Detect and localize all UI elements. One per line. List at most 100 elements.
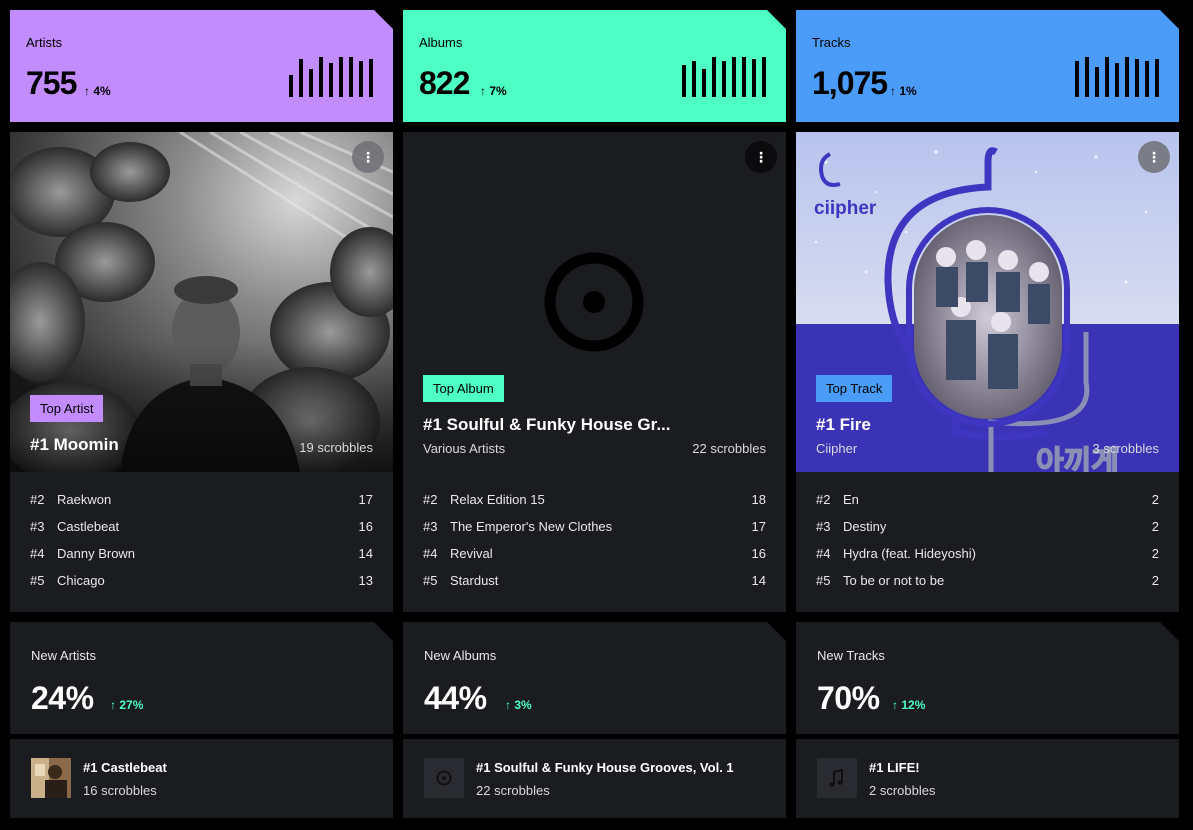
top-new-album-title[interactable]: #1 Soulful & Funky House Grooves, Vol. 1 [476, 760, 734, 775]
stat-change-value: 7% [489, 84, 507, 98]
top-new-track-card[interactable]: #1 LIFE! 2 scrobbles [796, 739, 1179, 818]
new-stat-change: ↑ 12% [892, 698, 925, 712]
list-item[interactable]: #2 En 2 [796, 492, 1179, 519]
vinyl-icon [424, 758, 464, 798]
sparkline-bar [702, 69, 706, 97]
list-rank: #5 [30, 573, 45, 588]
stat-value: 1,075 [812, 65, 888, 101]
new-tracks-card[interactable]: New Tracks 70% ↑ 12% [796, 622, 1179, 734]
arrow-up-icon: ↑ [892, 698, 898, 712]
sparkline-bar [762, 57, 766, 97]
new-stat-change-value: 27% [119, 698, 144, 712]
list-rank: #4 [816, 546, 831, 561]
sparkline-bar [299, 59, 303, 97]
list-name: The Emperor's New Clothes [450, 519, 613, 534]
sparkline-bars [1075, 57, 1159, 97]
more-vertical-icon[interactable]: ⋮ [745, 141, 777, 173]
stat-change-value: 1% [899, 84, 917, 98]
list-value: 16 [751, 546, 766, 561]
list-item[interactable]: #5 To be or not to be 2 [796, 573, 1179, 600]
stat-change-value: 4% [93, 84, 111, 98]
tracks-stat-card[interactable]: Tracks 1,075 ↑ 1% [796, 10, 1179, 122]
new-stat-change: ↑ 27% [110, 698, 143, 712]
more-vertical-icon[interactable]: ⋮ [352, 141, 384, 173]
list-item[interactable]: #3 Destiny 2 [796, 519, 1179, 546]
list-value: 14 [358, 546, 373, 561]
list-value: 2 [1151, 546, 1159, 561]
list-rank: #2 [30, 492, 45, 507]
top-artist-card[interactable]: ⋮ Top Artist #1 Moomin 19 scrobbles [10, 132, 393, 472]
list-name: Danny Brown [57, 546, 136, 561]
new-stat-label: New Albums [424, 648, 497, 663]
top-new-track-title[interactable]: #1 LIFE! [869, 760, 920, 775]
sparkline-bar [1085, 57, 1089, 97]
list-name: To be or not to be [843, 573, 945, 588]
stat-value: 755 [26, 65, 77, 101]
new-albums-card[interactable]: New Albums 44% ↑ 3% [403, 622, 786, 734]
top-album-card[interactable]: ⋮ Top Album #1 Soulful & Funky House Gr.… [403, 132, 786, 472]
artist-thumbnail [31, 758, 71, 798]
top-artist-scrobbles: 19 scrobbles [299, 440, 373, 455]
sparkline-bar [1145, 61, 1149, 97]
new-stat-change-value: 3% [514, 698, 532, 712]
arrow-up-icon: ↑ [505, 698, 511, 712]
sparkline-bar [712, 57, 716, 97]
top-album-artist[interactable]: Various Artists [423, 441, 505, 456]
list-rank: #3 [423, 519, 438, 534]
top-artist-badge: Top Artist [30, 395, 104, 422]
top-album-scrobbles: 22 scrobbles [692, 441, 766, 456]
top-track-card[interactable]: ciipher 아끼게 ⋮ Top Track #1 Fire Ciipher … [796, 132, 1179, 472]
sparkline-bar [742, 57, 746, 97]
stat-label: Artists [26, 35, 63, 50]
sparkline-bar [369, 59, 373, 97]
sparkline-bar [1095, 67, 1099, 97]
list-item[interactable]: #2 Relax Edition 15 18 [403, 492, 786, 519]
list-value: 2 [1151, 573, 1159, 588]
music-note-icon [817, 758, 857, 798]
top-track-artist[interactable]: Ciipher [816, 441, 857, 456]
list-item[interactable]: #4 Revival 16 [403, 546, 786, 573]
arrow-up-icon: ↑ [110, 698, 116, 712]
top-new-album-scrobbles: 22 scrobbles [476, 783, 550, 798]
top-track-scrobbles: 3 scrobbles [1092, 441, 1159, 456]
cover-logo-text: ciipher [814, 198, 877, 219]
top-new-artist-scrobbles: 16 scrobbles [83, 783, 157, 798]
sparkline-bars [289, 57, 373, 97]
top-artist-title[interactable]: #1 Moomin [30, 435, 119, 455]
artists-stat-card[interactable]: Artists 755 ↑ 4% [10, 10, 393, 122]
list-item[interactable]: #5 Chicago 13 [10, 573, 393, 600]
new-artists-card[interactable]: New Artists 24% ↑ 27% [10, 622, 393, 734]
new-stat-label: New Artists [31, 648, 97, 663]
stat-change: ↑ 1% [890, 84, 917, 98]
list-name: Hydra (feat. Hideyoshi) [843, 546, 976, 561]
more-vertical-icon[interactable]: ⋮ [1138, 141, 1170, 173]
top-new-album-card[interactable]: #1 Soulful & Funky House Grooves, Vol. 1… [403, 739, 786, 818]
list-rank: #5 [423, 573, 438, 588]
sparkline-bar [309, 69, 313, 97]
sparkline-bar [289, 75, 293, 97]
new-stat-change: ↑ 3% [505, 698, 532, 712]
list-rank: #2 [423, 492, 438, 507]
arrow-up-icon: ↑ [480, 84, 486, 98]
list-item[interactable]: #3 The Emperor's New Clothes 17 [403, 519, 786, 546]
sparkline-bar [349, 57, 353, 97]
list-name: Chicago [57, 573, 105, 588]
top-new-artist-card[interactable]: #1 Castlebeat 16 scrobbles [10, 739, 393, 818]
albums-stat-card[interactable]: Albums 822 ↑ 7% [403, 10, 786, 122]
sparkline-bar [732, 57, 736, 97]
list-name: En [843, 492, 859, 507]
list-item[interactable]: #5 Stardust 14 [403, 573, 786, 600]
list-value: 18 [751, 492, 766, 507]
list-value: 16 [358, 519, 373, 534]
top-new-artist-title[interactable]: #1 Castlebeat [83, 760, 167, 775]
stat-value: 822 [419, 65, 470, 101]
list-item[interactable]: #3 Castlebeat 16 [10, 519, 393, 546]
top-album-title[interactable]: #1 Soulful & Funky House Gr... [423, 415, 671, 435]
list-rank: #2 [816, 492, 831, 507]
list-item[interactable]: #4 Hydra (feat. Hideyoshi) 2 [796, 546, 1179, 573]
list-item[interactable]: #2 Raekwon 17 [10, 492, 393, 519]
dashboard-grid: Artists 755 ↑ 4% ⋮ Top Artist #1 Moomin … [0, 0, 1193, 830]
sparkline-bar [339, 57, 343, 97]
top-track-title[interactable]: #1 Fire [816, 415, 871, 435]
list-item[interactable]: #4 Danny Brown 14 [10, 546, 393, 573]
